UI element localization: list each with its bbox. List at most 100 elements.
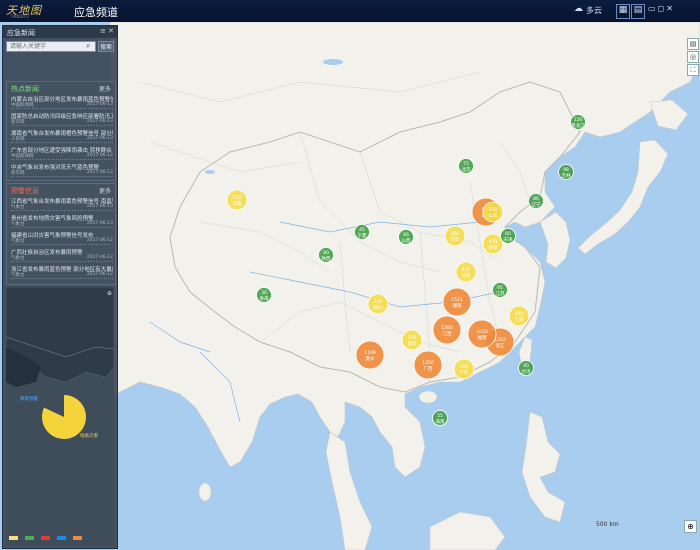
province-bubble[interactable]: 40台湾	[518, 360, 534, 376]
bubble-count: 1202	[494, 337, 506, 343]
hot-news-item-title[interactable]: 内蒙古自治区部分地区发布暴雨蓝色预警信号	[11, 95, 113, 102]
alert-item-title[interactable]: 广西壮族自治区发布暴雨预警	[11, 248, 113, 255]
bubble-count: 1050	[476, 329, 488, 335]
bubble-label: 安徽	[489, 244, 498, 251]
bubble-label: 江苏	[496, 290, 505, 297]
alert-item-title[interactable]: 福建省山洪灾害气象预警信号发布	[11, 231, 113, 238]
province-bubble[interactable]: 330山东	[482, 201, 504, 223]
bubble-label: 陕西	[322, 255, 331, 262]
province-bubble[interactable]: 75北京	[458, 158, 474, 174]
alert-item[interactable]: 江西省气象台发布暴雨黄色预警信号 南昌等地 气象台 2017-06-13	[11, 197, 113, 211]
panel-collapse-icon[interactable]: ≡ ✕	[100, 27, 114, 35]
alert-item-date: 2017-06-13	[86, 204, 113, 209]
grid-icon[interactable]: ▦	[616, 4, 630, 19]
bubble-label: 新疆	[233, 200, 242, 207]
alert-item[interactable]: 福建省山洪灾害气象预警信号发布 气象台 2017-06-12	[11, 231, 113, 245]
province-bubble[interactable]: 1380江西	[432, 315, 462, 345]
bubble-label: 河北	[451, 236, 460, 243]
province-bubble[interactable]: 98吉林	[558, 164, 574, 180]
alert-item-title[interactable]: 贵州省发布地质灾害气象风险预警	[11, 214, 113, 221]
layers-icon[interactable]: ▤	[687, 38, 699, 50]
bubble-count: 95	[497, 285, 503, 291]
province-bubble[interactable]: 520新疆	[226, 189, 248, 211]
alert-item-title[interactable]: 江西省气象台发布暴雨黄色预警信号 南昌等地	[11, 197, 113, 204]
hot-news-item-title[interactable]: 广东省部分地区遭受强降雨袭击 转移群众	[11, 146, 113, 153]
province-bubble[interactable]: 30青海	[256, 287, 272, 303]
hot-news-item[interactable]: 国家防总启动防汛四级应急响应部署防汛工作 新华网 2017-06-13	[11, 112, 113, 126]
legend-swatch[interactable]	[41, 536, 50, 540]
hot-news-item[interactable]: 内蒙古自治区部分地区发布暴雨蓝色预警信号 中国新闻网 2017-06-13	[11, 95, 113, 109]
hainan	[418, 390, 438, 404]
legend-swatch[interactable]	[73, 536, 82, 540]
province-bubble[interactable]: 460河北	[444, 225, 466, 247]
panel-title: 应急新闻	[7, 29, 35, 37]
province-bubble[interactable]: 86辽宁	[528, 193, 544, 209]
alert-item[interactable]: 广西壮族自治区发布暴雨预警 气象台 2017-06-12	[11, 248, 113, 262]
province-bubble[interactable]: 60天津	[500, 228, 516, 244]
hot-news-item-date: 2017-06-13	[86, 136, 113, 141]
province-bubble[interactable]: 1109贵州	[355, 340, 385, 370]
hot-news-more-link[interactable]: 更多	[99, 84, 111, 93]
search-button[interactable]: 搜索	[98, 41, 114, 52]
fullscreen-icon[interactable]: ⛶	[687, 64, 699, 76]
province-bubble[interactable]: 410安徽	[482, 233, 504, 255]
zoom-icon[interactable]: ⊕	[684, 520, 697, 533]
province-bubble[interactable]: 340上海	[508, 305, 530, 327]
bubble-label: 吉林	[562, 172, 571, 179]
legend-swatch[interactable]	[9, 536, 18, 540]
alert-item[interactable]: 贵州省发布地质灾害气象风险预警 气象台 2017-06-13	[11, 214, 113, 228]
province-bubble[interactable]: 95江苏	[492, 282, 508, 298]
bubble-count: 370	[408, 335, 417, 341]
bubble-count: 1109	[364, 350, 376, 356]
alert-item-title[interactable]: 浙江省发布暴雨蓝色预警 部分地区有大暴雨	[11, 265, 113, 272]
alert-item-source: 气象台 2017-06-12	[11, 272, 113, 278]
bubble-count: 86	[533, 196, 539, 202]
statistics-minimap[interactable]: ⊕ 暴雨预警 地质灾害	[6, 287, 114, 545]
province-bubble[interactable]: 120黑龙江	[570, 114, 586, 130]
channel-title: 应急频道	[74, 6, 118, 19]
alert-more-link[interactable]: 更多	[99, 186, 111, 195]
bubble-count: 1521	[451, 297, 463, 303]
hot-news-item-title[interactable]: 国家防总启动防汛四级应急响应部署防汛工作	[11, 112, 113, 119]
bubble-label: 贵州	[366, 355, 375, 362]
province-bubble[interactable]: 430河南	[455, 261, 477, 283]
hot-news-item-date: 2017-06-12	[86, 170, 113, 175]
bubble-label: 浙江	[496, 342, 505, 349]
hot-news-item[interactable]: 中央气象台发布强对流天气蓝色预警 新华网 2017-06-12	[11, 163, 113, 177]
bubble-label: 河南	[462, 272, 471, 279]
province-bubble[interactable]: 80陕西	[318, 247, 334, 263]
alert-item[interactable]: 浙江省发布暴雨蓝色预警 部分地区有大暴雨 气象台 2017-06-12	[11, 265, 113, 279]
bubble-count: 390	[374, 299, 383, 305]
search-input[interactable]	[6, 41, 96, 52]
province-bubble[interactable]: 390四川	[367, 293, 389, 315]
alert-item-source: 气象台 2017-06-13	[11, 221, 113, 227]
toolbox-icon[interactable]: ▤	[631, 4, 645, 19]
hot-news-item-title[interactable]: 中央气象台发布强对流天气蓝色预警	[11, 163, 113, 170]
legend-swatch[interactable]	[57, 536, 66, 540]
legend-swatch[interactable]	[25, 536, 34, 540]
province-bubble[interactable]: 1521湖南	[442, 287, 472, 317]
hot-news-title: 热点新闻	[11, 85, 39, 93]
hot-news-item-source: 中国新闻网 2017-06-13	[11, 102, 113, 108]
locate-icon[interactable]: ◎	[687, 51, 699, 63]
hot-news-item-title[interactable]: 湖南省气象台发布暴雨橙色预警信号 部分地区	[11, 129, 113, 136]
province-bubble[interactable]: 360广东	[453, 358, 475, 380]
search-icon[interactable]: ⌕	[86, 41, 90, 51]
bubble-label: 重庆	[408, 340, 417, 347]
province-bubble[interactable]: 55海南	[432, 410, 448, 426]
province-bubble[interactable]: 45宁夏	[354, 224, 370, 240]
sri-lanka	[198, 482, 212, 502]
province-bubble[interactable]: 1050福建	[467, 319, 497, 349]
alert-item-date: 2017-06-12	[86, 238, 113, 243]
hot-news-item[interactable]: 广东省部分地区遭受强降雨袭击 转移群众 中国新闻网 2017-06-12	[11, 146, 113, 160]
bubble-label: 江西	[443, 330, 452, 337]
map-scale: 500 km	[596, 521, 619, 528]
province-bubble[interactable]: 370重庆	[401, 329, 423, 351]
window-controls[interactable]: ▭◻✕	[648, 4, 675, 17]
minimap-close-icon[interactable]: ⊕	[107, 290, 112, 297]
province-bubble[interactable]: 1250广西	[413, 350, 443, 380]
weather-dropdown[interactable]: 多云	[586, 5, 602, 18]
province-bubble[interactable]: 66山西	[398, 229, 414, 245]
bubble-label: 台湾	[522, 368, 531, 375]
hot-news-item[interactable]: 湖南省气象台发布暴雨橙色预警信号 部分地区 人民网 2017-06-13	[11, 129, 113, 143]
